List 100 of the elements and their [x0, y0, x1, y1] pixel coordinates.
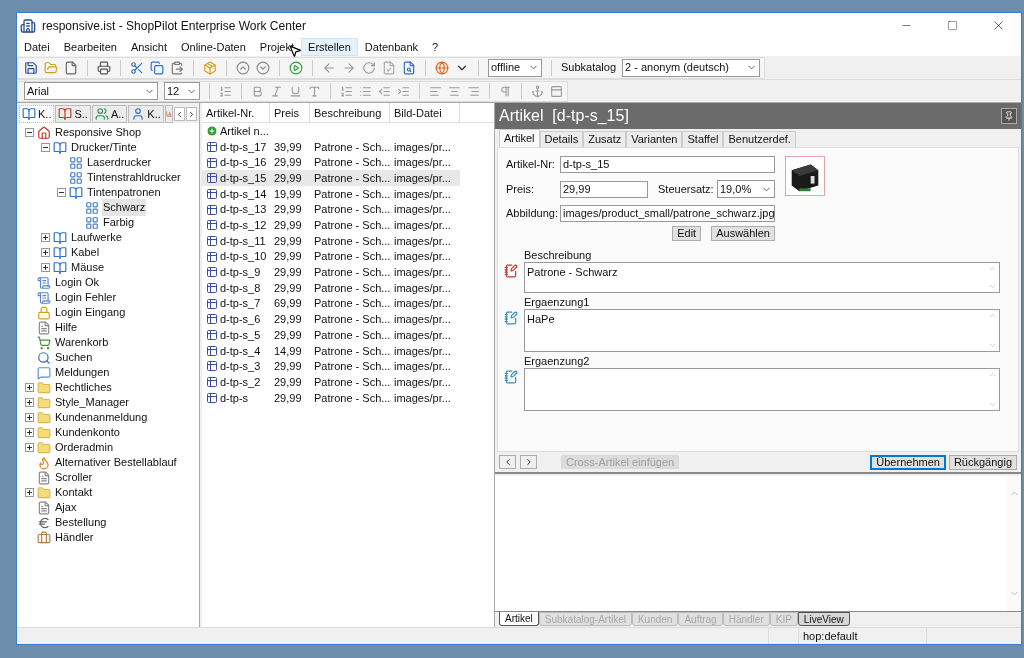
- expand-box[interactable]: [24, 398, 34, 407]
- expand-box[interactable]: [24, 383, 34, 392]
- align-left-icon[interactable]: [429, 84, 442, 98]
- list-row[interactable]: d-tp-s_3 29,99 Patrone - Sch... images/pr...: [202, 358, 460, 375]
- tree-item[interactable]: Meldungen: [54, 364, 111, 381]
- column-header[interactable]: Preis: [270, 103, 310, 123]
- anchor-icon[interactable]: [531, 84, 544, 98]
- menu-item[interactable]: Datei: [17, 38, 57, 56]
- outdent-icon[interactable]: [378, 84, 391, 98]
- folder-icon[interactable]: [44, 60, 58, 75]
- collapse-box[interactable]: [56, 188, 66, 197]
- image-button[interactable]: Edit: [672, 226, 702, 241]
- next-button[interactable]: [520, 455, 537, 469]
- bottom-tab[interactable]: LiveView: [797, 612, 850, 626]
- menu-item[interactable]: ?: [425, 38, 446, 56]
- previous-button[interactable]: [499, 455, 516, 469]
- expand-box[interactable]: [24, 488, 34, 497]
- tax-rate-dropdown[interactable]: 19,0%: [717, 180, 775, 198]
- detail-tab[interactable]: Staffel: [682, 131, 724, 147]
- column-header[interactable]: Beschreibung: [310, 103, 390, 123]
- window-icon[interactable]: [550, 84, 563, 98]
- browser-icon[interactable]: [435, 60, 449, 75]
- expand-box[interactable]: [24, 443, 34, 452]
- expand-box[interactable]: [40, 248, 50, 257]
- subkatalog-dropdown[interactable]: 2 - anonym (deutsch): [622, 58, 761, 77]
- tree-item[interactable]: Login Ok: [54, 274, 101, 291]
- menu-item[interactable]: Bearbeiten: [56, 38, 124, 56]
- menu-item[interactable]: Erstellen: [301, 38, 358, 56]
- paragraph-icon[interactable]: [499, 84, 512, 98]
- list-row[interactable]: d-tp-s_16 29,99 Patrone - Sch... images/pr...: [202, 154, 460, 171]
- underline-icon[interactable]: [289, 84, 302, 98]
- tree-item[interactable]: Orderadmin: [54, 439, 115, 456]
- font-size-dropdown[interactable]: 12: [164, 82, 200, 100]
- align-center-icon[interactable]: [448, 84, 461, 98]
- list-row[interactable]: d-tp-s_12 29,99 Patrone - Sch... images/pr...: [202, 217, 460, 234]
- tree-item[interactable]: Farbig: [102, 214, 136, 231]
- list-row[interactable]: d-tp-s_7 69,99 Patrone - Sch... images/pr...: [202, 295, 460, 312]
- menu-item[interactable]: Ansicht: [123, 38, 174, 56]
- bottom-tab[interactable]: Artikel: [499, 612, 539, 626]
- list-row[interactable]: d-tp-s_9 29,99 Patrone - Sch... images/pr...: [202, 264, 460, 281]
- detail-tab[interactable]: Zusatz: [583, 131, 627, 147]
- list-row[interactable]: d-tp-s_15 29,99 Patrone - Sch... images/pr...: [202, 170, 460, 187]
- image-button[interactable]: Auswählen: [711, 226, 775, 241]
- tree-item[interactable]: Händler: [54, 529, 95, 546]
- collapse-box[interactable]: [24, 128, 34, 137]
- image-path-field[interactable]: images/product_small/patrone_schwarz.jpg: [560, 205, 775, 222]
- collapse-box[interactable]: [40, 143, 50, 152]
- panel-tab[interactable]: S..: [55, 105, 91, 123]
- notepad-icon[interactable]: [504, 264, 518, 278]
- article-number-field[interactable]: d-tp-s_15: [560, 156, 775, 173]
- detail-tab[interactable]: Benutzerdef.: [723, 131, 796, 147]
- text-area[interactable]: HaPe: [524, 309, 1000, 352]
- copy-icon[interactable]: [150, 60, 164, 75]
- tree-item[interactable]: Scroller: [54, 469, 94, 486]
- panel-tab[interactable]: A..: [91, 105, 128, 123]
- list-row[interactable]: d-tp-s 29,99 Patrone - Sch... images/pr...: [202, 390, 460, 406]
- tree-item[interactable]: Tintenstrahldrucker: [86, 169, 182, 186]
- list-row[interactable]: d-tp-s_10 29,99 Patrone - Sch... images/pr...: [202, 248, 460, 265]
- preview-icon[interactable]: [402, 60, 416, 75]
- tree-item[interactable]: Laserdrucker: [86, 154, 153, 171]
- column-header[interactable]: Bild-Datei: [390, 103, 460, 123]
- pin-button[interactable]: [1001, 108, 1017, 124]
- text-area[interactable]: [524, 368, 1000, 411]
- expand-box[interactable]: [40, 263, 50, 272]
- print-icon[interactable]: [97, 60, 111, 75]
- panel-tab[interactable]: K..: [128, 105, 164, 123]
- list-row[interactable]: d-tp-s_17 39,99 Patrone - Sch... images/pr...: [202, 139, 460, 155]
- tree-item[interactable]: Kundenanmeldung: [54, 409, 149, 426]
- list-row[interactable]: d-tp-s_5 29,99 Patrone - Sch... images/pr...: [202, 327, 460, 343]
- tree-item[interactable]: Login Eingang: [54, 304, 127, 321]
- column-header[interactable]: Artikel-Nr.: [202, 103, 270, 123]
- package-icon[interactable]: [203, 60, 217, 75]
- tree-item[interactable]: Laufwerke: [70, 229, 123, 246]
- action-button[interactable]: Übernehmen: [870, 454, 946, 470]
- mode-dropdown[interactable]: offline: [488, 58, 542, 77]
- tree-item[interactable]: Alternativer Bestellablauf: [54, 454, 178, 471]
- tree-item[interactable]: Ajax: [54, 499, 78, 516]
- tree-item[interactable]: Kontakt: [54, 484, 94, 501]
- list-row[interactable]: d-tp-s_13 29,99 Patrone - Sch... images/pr...: [202, 201, 460, 218]
- text-area[interactable]: Patrone - Schwarz: [524, 262, 1000, 293]
- tree-item[interactable]: Mäuse: [70, 259, 106, 276]
- tree-item[interactable]: Schwarz: [102, 199, 147, 216]
- tree-item[interactable]: Suchen: [54, 349, 94, 366]
- tree-item[interactable]: Login Fehler: [54, 289, 118, 306]
- detail-tab[interactable]: Details: [539, 131, 584, 147]
- list-row[interactable]: d-tp-s_6 29,99 Patrone - Sch... images/pr...: [202, 311, 460, 328]
- expand-box[interactable]: [24, 428, 34, 437]
- tree-item[interactable]: Warenkorb: [54, 334, 110, 351]
- font-color-icon[interactable]: [308, 84, 321, 98]
- add-article-row[interactable]: Artikel n...: [220, 122, 269, 140]
- numbered-list-icon[interactable]: [340, 84, 353, 98]
- list-row[interactable]: d-tp-s_2 29,99 Patrone - Sch... images/pr...: [202, 374, 460, 390]
- tree-item[interactable]: Hilfe: [54, 319, 78, 336]
- list-row[interactable]: d-tp-s_4 14,99 Patrone - Sch... images/pr...: [202, 342, 460, 359]
- indent-icon[interactable]: [397, 84, 410, 98]
- list-row[interactable]: d-tp-s_14 19,99 Patrone - Sch... images/pr...: [202, 186, 460, 202]
- validate-icon[interactable]: [382, 60, 396, 75]
- new-file-icon[interactable]: [64, 60, 78, 75]
- tree-item[interactable]: Responsive Shop: [54, 124, 143, 141]
- tree-item[interactable]: Drucker/Tinte: [70, 139, 138, 156]
